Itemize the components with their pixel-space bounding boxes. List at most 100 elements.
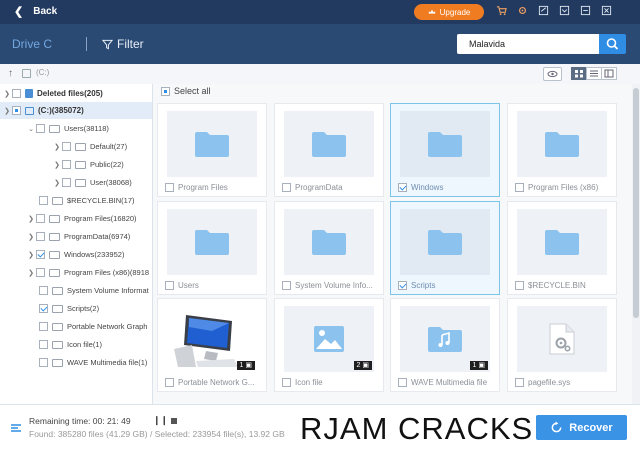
filter-button[interactable]: Filter	[102, 37, 144, 51]
tree-item[interactable]: System Volume Informat	[39, 282, 149, 299]
search-input[interactable]	[457, 34, 599, 54]
file-card[interactable]: 1 ▣ Portable Network G...	[157, 298, 267, 392]
card-checkbox[interactable]	[398, 183, 407, 192]
tree-checkbox[interactable]	[36, 250, 45, 259]
card-checkbox[interactable]	[282, 183, 291, 192]
stop-icon[interactable]	[171, 418, 177, 424]
file-card[interactable]: System Volume Info...	[274, 201, 384, 295]
file-card[interactable]: pagefile.sys	[507, 298, 617, 392]
tree-item[interactable]: ⌄ Users(38118)	[26, 120, 109, 137]
tree-checkbox[interactable]	[36, 214, 45, 223]
chevron-down-icon[interactable]: ❯	[2, 107, 12, 115]
file-card[interactable]: ProgramData	[274, 103, 384, 197]
tree-item[interactable]: WAVE Multimedia file(1)	[39, 354, 147, 371]
chevron-right-icon[interactable]: ❯	[26, 215, 36, 223]
tree-item[interactable]: ❯ Program Files(16820)	[26, 210, 137, 227]
chevron-right-icon[interactable]: ❯	[52, 143, 62, 151]
file-card[interactable]: Scripts	[390, 201, 500, 295]
card-checkbox[interactable]	[515, 183, 524, 192]
computer-image-icon: 1 ▣	[167, 306, 257, 372]
back-button[interactable]: ❮ Back	[14, 5, 57, 18]
card-label: Program Files	[178, 183, 228, 192]
card-checkbox[interactable]	[515, 281, 524, 290]
computer-icon	[25, 106, 34, 115]
tree-checkbox[interactable]	[39, 322, 48, 331]
up-arrow-icon[interactable]: ↑	[8, 68, 13, 79]
minimize-icon[interactable]	[580, 5, 591, 17]
tree-item[interactable]: ❯ Windows(233952)	[26, 246, 124, 263]
tree-checkbox[interactable]	[36, 232, 45, 241]
chevron-right-icon[interactable]: ❯	[26, 233, 36, 241]
tree-item-label: System Volume Informat	[67, 286, 149, 295]
tree-checkbox[interactable]	[12, 106, 21, 115]
tree-item-label: User(38068)	[90, 178, 132, 187]
grid-view-button[interactable]	[571, 67, 587, 80]
pause-icon[interactable]: ❙❙	[153, 415, 168, 426]
file-card[interactable]: Users	[157, 201, 267, 295]
search-button[interactable]	[599, 34, 626, 54]
tree-item[interactable]: Scripts(2)	[39, 300, 99, 317]
file-card[interactable]: 2 ▣ Icon file	[274, 298, 384, 392]
tree-checkbox[interactable]	[39, 304, 48, 313]
close-icon[interactable]	[601, 5, 612, 17]
upgrade-label: Upgrade	[439, 7, 471, 17]
card-checkbox[interactable]	[398, 281, 407, 290]
chevron-right-icon[interactable]: ❯	[2, 90, 12, 98]
tree-item[interactable]: $RECYCLE.BIN(17)	[39, 192, 135, 209]
folder-icon	[400, 111, 490, 177]
tree-checkbox[interactable]	[62, 160, 71, 169]
tree-item[interactable]: Icon file(1)	[39, 336, 102, 353]
card-checkbox[interactable]	[165, 183, 174, 192]
tree-item-label: Deleted files(205)	[37, 89, 103, 98]
upgrade-button[interactable]: Upgrade	[414, 4, 484, 20]
tree-item[interactable]: ❯ ProgramData(6974)	[26, 228, 130, 245]
tree-checkbox[interactable]	[62, 142, 71, 151]
breadcrumb[interactable]: (C:)	[36, 68, 49, 77]
list-view-button[interactable]	[586, 67, 602, 80]
card-checkbox[interactable]	[165, 378, 174, 387]
tree-checkbox[interactable]	[36, 268, 45, 277]
tree-checkbox[interactable]	[39, 358, 48, 367]
chevron-down-icon[interactable]: ⌄	[26, 125, 36, 133]
tree-item[interactable]: ❯ User(38068)	[52, 174, 132, 191]
card-checkbox[interactable]	[398, 378, 407, 387]
preview-toggle-button[interactable]	[543, 67, 562, 81]
tree-item[interactable]: ❯ Public(22)	[52, 156, 124, 173]
chevron-right-icon[interactable]: ❯	[26, 269, 36, 277]
card-checkbox[interactable]	[282, 378, 291, 387]
recover-button[interactable]: Recover	[536, 415, 627, 440]
tree-item-root[interactable]: ❯ (C:)(385072)	[0, 102, 152, 119]
folder-icon	[49, 250, 60, 259]
select-all-checkbox[interactable]	[161, 86, 170, 96]
chevron-right-icon[interactable]: ❯	[26, 251, 36, 259]
tree-item[interactable]: ❯ Program Files (x86)(8918	[26, 264, 149, 281]
file-card[interactable]: Windows	[390, 103, 500, 197]
drive-icon[interactable]	[22, 69, 31, 78]
feedback-icon[interactable]	[538, 5, 549, 17]
cart-icon[interactable]	[496, 5, 507, 17]
card-checkbox[interactable]	[165, 281, 174, 290]
tree-item[interactable]: Portable Network Graph	[39, 318, 147, 335]
scrollbar-thumb[interactable]	[633, 88, 639, 318]
card-checkbox[interactable]	[515, 378, 524, 387]
tree-checkbox[interactable]	[12, 89, 21, 98]
tree-item[interactable]: ❯ Default(27)	[52, 138, 127, 155]
menu-dropdown-icon[interactable]	[559, 5, 570, 17]
vertical-scrollbar[interactable]	[632, 84, 640, 404]
tree-checkbox[interactable]	[36, 124, 45, 133]
chevron-right-icon[interactable]: ❯	[52, 161, 62, 169]
tree-item-deleted[interactable]: ❯ Deleted files(205)	[2, 85, 152, 102]
tree-checkbox[interactable]	[39, 196, 48, 205]
file-card[interactable]: Program Files	[157, 103, 267, 197]
select-all[interactable]: Select all	[161, 86, 211, 96]
file-card[interactable]: 1 ▣ WAVE Multimedia file	[390, 298, 500, 392]
settings-icon[interactable]	[517, 5, 528, 17]
tree-checkbox[interactable]	[39, 286, 48, 295]
card-checkbox[interactable]	[282, 281, 291, 290]
file-card[interactable]: Program Files (x86)	[507, 103, 617, 197]
chevron-right-icon[interactable]: ❯	[52, 179, 62, 187]
detail-view-button[interactable]	[601, 67, 617, 80]
tree-checkbox[interactable]	[39, 340, 48, 349]
tree-checkbox[interactable]	[62, 178, 71, 187]
file-card[interactable]: $RECYCLE.BIN	[507, 201, 617, 295]
